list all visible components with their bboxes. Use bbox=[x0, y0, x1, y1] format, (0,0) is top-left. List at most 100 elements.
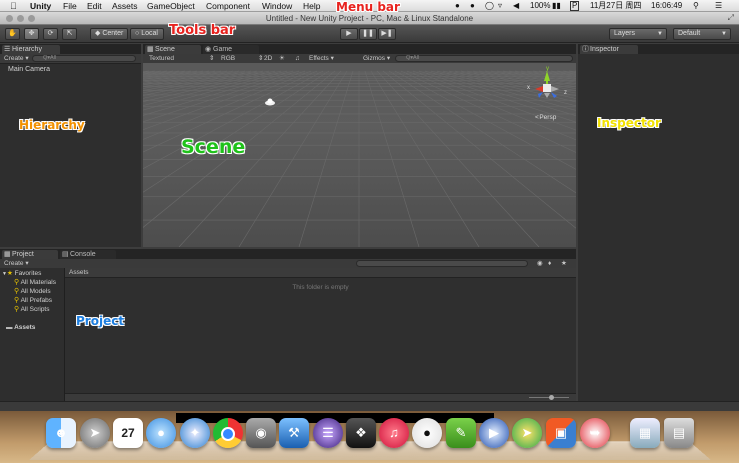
clock-date[interactable]: 11月27日 周四 bbox=[590, 1, 641, 11]
hand-tool-button[interactable]: ✋ bbox=[5, 28, 20, 40]
tab-inspector[interactable]: ⓘ Inspector bbox=[580, 45, 638, 54]
facetime-icon[interactable]: ◉ bbox=[246, 418, 276, 448]
shading-mode-dropdown[interactable]: Textured bbox=[149, 54, 174, 63]
menu-window[interactable]: Window bbox=[262, 1, 292, 11]
tab-console[interactable]: ▤ Console bbox=[60, 250, 116, 259]
orientation-gizmo[interactable]: y x z bbox=[527, 66, 571, 112]
project-tabstrip: ▦ Project ▤ Console bbox=[0, 249, 576, 259]
marker-icon[interactable]: ➤ bbox=[512, 418, 542, 448]
slider-handle[interactable] bbox=[549, 395, 554, 400]
annotation-inspector: Inspector bbox=[597, 116, 661, 130]
menu-assets[interactable]: Assets bbox=[112, 1, 138, 11]
spotlight-icon[interactable]: ⚲ bbox=[693, 1, 699, 11]
chrome-icon[interactable] bbox=[213, 418, 243, 448]
project-assets-view[interactable]: Assets This folder is empty bbox=[65, 268, 576, 401]
persp-label[interactable]: < Persp bbox=[535, 114, 556, 121]
menu-gameobject[interactable]: GameObject bbox=[147, 1, 195, 11]
directional-light-icon[interactable] bbox=[264, 98, 276, 106]
battery-label[interactable]: 100% bbox=[530, 1, 550, 11]
fullscreen-icon[interactable]: ⤢ bbox=[728, 13, 734, 23]
menu-file[interactable]: File bbox=[63, 1, 77, 11]
layers-dropdown[interactable]: Layers ▼ bbox=[609, 28, 667, 40]
render-mode-label: RGB bbox=[221, 55, 236, 62]
battery-icon[interactable]: ▮▮ bbox=[552, 1, 561, 11]
trash-icon[interactable]: ▤ bbox=[664, 418, 694, 448]
hierarchy-item-main-camera[interactable]: Main Camera bbox=[8, 66, 50, 74]
layout-dropdown[interactable]: Default ▼ bbox=[673, 28, 731, 40]
audio-toggle-icon[interactable]: ♫ bbox=[295, 54, 300, 63]
scale-tool-button[interactable]: ⇱ bbox=[62, 28, 77, 40]
tray-timemachine-icon[interactable]: ◯ bbox=[485, 1, 494, 11]
evernote-icon[interactable]: ✎ bbox=[446, 418, 476, 448]
messages-icon[interactable]: ● bbox=[146, 418, 176, 448]
notification-center-icon[interactable]: ☰ bbox=[715, 1, 722, 11]
inspector-content bbox=[578, 54, 739, 401]
assets-folder[interactable]: ▬ Assets bbox=[6, 324, 35, 332]
hierarchy-search-input[interactable]: Q▾All bbox=[32, 55, 136, 62]
qq-icon[interactable]: ● bbox=[412, 418, 442, 448]
tab-game[interactable]: ◉ Game bbox=[203, 45, 259, 54]
eclipse-icon[interactable]: ☰ bbox=[313, 418, 343, 448]
tray-unity-icon[interactable]: ● bbox=[455, 1, 460, 11]
unity-icon[interactable]: ❖ bbox=[346, 418, 376, 448]
effects-dropdown[interactable]: Effects ▾ bbox=[309, 54, 334, 63]
finder-icon[interactable]: ☻ bbox=[46, 418, 76, 448]
favorites-folder[interactable]: ▼★ Favorites bbox=[2, 270, 41, 278]
filter-type-icon[interactable]: ◉ bbox=[537, 259, 543, 268]
hierarchy-create-button[interactable]: Create ▾ bbox=[4, 54, 29, 63]
volume-icon[interactable]: ◀ bbox=[513, 1, 519, 11]
lighting-toggle-icon[interactable]: ☀ bbox=[279, 54, 285, 63]
search-icon: ⚲ bbox=[14, 279, 20, 286]
favorite-all-materials-label: All Materials bbox=[20, 279, 56, 286]
pivot-local-button[interactable]: ○ Local bbox=[130, 28, 164, 40]
pivot-center-button[interactable]: ◆ Center bbox=[90, 28, 128, 40]
filter-label-icon[interactable]: ♦ bbox=[548, 259, 551, 268]
rotate-tool-button[interactable]: ⟳ bbox=[43, 28, 58, 40]
dashboard-icon[interactable]: ▦ bbox=[630, 418, 660, 448]
gizmos-dropdown[interactable]: Gizmos ▾ bbox=[363, 54, 390, 63]
scene-search-input[interactable]: Q▾All bbox=[395, 55, 573, 62]
move-tool-button[interactable]: ✥ bbox=[24, 28, 39, 40]
itunes-icon[interactable]: ♫ bbox=[379, 418, 409, 448]
safari-icon[interactable]: ✦ bbox=[180, 418, 210, 448]
calendar-icon[interactable]: 27 bbox=[113, 418, 143, 448]
clock-time[interactable]: 16:06:49 bbox=[651, 1, 682, 11]
tab-hierarchy[interactable]: ☰ Hierarchy bbox=[2, 45, 60, 54]
project-create-button[interactable]: Create ▾ bbox=[4, 259, 29, 268]
apple-icon[interactable]:  bbox=[10, 1, 17, 11]
menu-app-name[interactable]: Unity bbox=[30, 1, 51, 11]
info-icon: ⓘ bbox=[582, 46, 589, 53]
status-bar bbox=[0, 401, 739, 411]
xcode-icon[interactable]: ⚒ bbox=[279, 418, 309, 448]
menu-help[interactable]: Help bbox=[303, 1, 320, 11]
favorite-all-scripts[interactable]: ⚲ All Scripts bbox=[14, 306, 50, 314]
search-icon: ⚲ bbox=[14, 306, 20, 313]
navicat-icon[interactable]: ➥ bbox=[580, 418, 610, 448]
favorite-all-models-label: All Models bbox=[20, 288, 51, 295]
favorite-star-icon[interactable]: ★ bbox=[561, 259, 567, 268]
toggle-2d-button[interactable]: 2D bbox=[264, 54, 272, 63]
tools-bar: ✋ ✥ ⟳ ⇱ ◆ Center ○ Local ▶ ❚❚ ▶❚ Layers ▼… bbox=[0, 25, 739, 43]
vmware-icon[interactable]: ▣ bbox=[546, 418, 576, 448]
breadcrumb-assets[interactable]: Assets bbox=[69, 268, 89, 277]
empty-folder-message: This folder is empty bbox=[292, 284, 349, 291]
favorite-all-models[interactable]: ⚲ All Models bbox=[14, 288, 51, 296]
inspector-tabstrip: ⓘ Inspector bbox=[578, 44, 739, 54]
input-method-icon[interactable]: P bbox=[570, 1, 580, 11]
launchpad-icon[interactable]: ➤ bbox=[80, 418, 110, 448]
menu-component[interactable]: Component bbox=[206, 1, 250, 11]
step-button[interactable]: ▶❚ bbox=[378, 28, 396, 40]
wifi-icon[interactable]: ▿ bbox=[498, 1, 502, 11]
pause-button[interactable]: ❚❚ bbox=[359, 28, 377, 40]
render-mode-dropdown[interactable]: RGB bbox=[221, 54, 235, 63]
menu-edit[interactable]: Edit bbox=[87, 1, 102, 11]
quicktime-icon[interactable]: ▶ bbox=[479, 418, 509, 448]
favorite-all-materials[interactable]: ⚲ All Materials bbox=[14, 279, 56, 287]
tab-project[interactable]: ▦ Project bbox=[2, 250, 58, 259]
favorite-all-prefabs[interactable]: ⚲ All Prefabs bbox=[14, 297, 52, 305]
project-search-input[interactable] bbox=[356, 260, 528, 267]
persp-label-text: Persp bbox=[539, 114, 557, 121]
tab-scene[interactable]: ▦ Scene bbox=[145, 45, 201, 54]
tray-people-icon[interactable]: ● bbox=[470, 1, 475, 11]
play-button[interactable]: ▶ bbox=[340, 28, 358, 40]
